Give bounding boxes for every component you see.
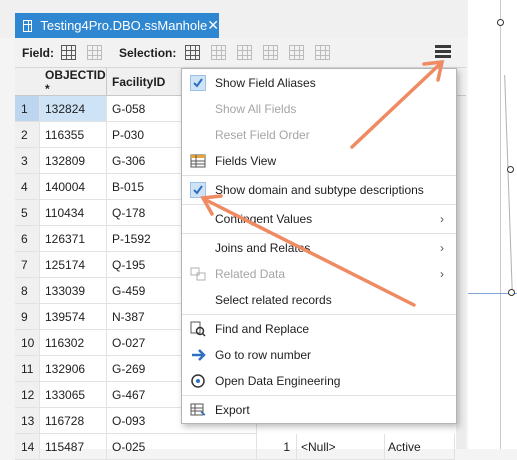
export-table-icon (190, 402, 206, 418)
select-by-attributes-icon[interactable] (185, 45, 200, 60)
menu-item-label: Export (215, 402, 250, 417)
data-engineering-icon (190, 373, 206, 389)
menu-separator (182, 395, 456, 396)
cell-facilityid[interactable]: O-025 (107, 434, 257, 460)
row-number: 5 (15, 200, 40, 226)
map-canvas[interactable] (468, 0, 517, 449)
vertical-scrollbar[interactable] (456, 96, 466, 449)
menu-separator (182, 175, 456, 176)
menu-item-label: Select related records (215, 292, 332, 307)
menu-item-find-and-replace[interactable]: Find and Replace (182, 316, 456, 341)
menu-item-show-field-aliases[interactable]: Show Field Aliases (182, 70, 456, 95)
row-number: 14 (15, 434, 40, 460)
chevron-right-icon: › (440, 211, 444, 226)
menu-item-joins-and-relates[interactable]: Joins and Relates › (182, 235, 456, 260)
cell-numeric[interactable]: 1 (257, 434, 297, 460)
cell-objectid[interactable]: 139574 (40, 304, 107, 330)
related-data-icon (190, 266, 206, 282)
tab-strip: Testing4Pro.DBO.ssManhole ✕ (0, 0, 468, 38)
menu-separator (182, 314, 456, 315)
copy-selection-icon[interactable] (315, 45, 330, 60)
cell-null[interactable]: <Null> (297, 434, 385, 460)
add-field-icon[interactable] (61, 45, 76, 60)
row-number: 9 (15, 304, 40, 330)
row-number: 7 (15, 252, 40, 278)
menu-item-label: Fields View (215, 153, 277, 168)
menu-item-fields-view[interactable]: Fields View (182, 148, 456, 173)
menu-item-label: Show Field Aliases (215, 75, 316, 90)
find-replace-icon (190, 321, 206, 337)
row-number: 3 (15, 148, 40, 174)
checkmark-icon (190, 182, 206, 198)
menu-item-label: Open Data Engineering (215, 373, 341, 388)
menu-item-related-data[interactable]: Related Data › (182, 261, 456, 286)
menu-item-label: Contingent Values (215, 211, 313, 226)
options-menu-button[interactable] (435, 45, 451, 60)
cell-objectid[interactable]: 132809 (40, 148, 107, 174)
chevron-right-icon: › (440, 266, 444, 281)
calculate-field-icon[interactable] (87, 45, 102, 60)
row-number: 11 (15, 356, 40, 382)
map-vertex-point (497, 19, 504, 26)
map-vertex-point (508, 289, 515, 296)
menu-item-label: Related Data (215, 266, 286, 281)
cell-objectid[interactable]: 132906 (40, 356, 107, 382)
fields-view-icon (190, 153, 206, 169)
map-feature-line (500, 0, 501, 449)
menu-item-label: Joins and Relates (215, 240, 311, 255)
menu-item-label: Show All Fields (215, 101, 297, 116)
cell-objectid[interactable]: 132824 (40, 96, 107, 122)
cell-objectid[interactable]: 116302 (40, 330, 107, 356)
row-number: 4 (15, 174, 40, 200)
close-icon[interactable]: ✕ (207, 17, 219, 34)
cell-objectid[interactable]: 126371 (40, 226, 107, 252)
menu-separator (182, 204, 456, 205)
row-number: 12 (15, 382, 40, 408)
field-label: Field: (22, 46, 54, 60)
arrow-right-icon (190, 347, 206, 363)
cell-objectid[interactable]: 115487 (40, 434, 107, 460)
cell-status[interactable]: Active (385, 434, 455, 460)
menu-item-export[interactable]: Export (182, 397, 456, 422)
menu-item-select-related-records[interactable]: Select related records (182, 287, 456, 312)
menu-item-label: Go to row number (215, 347, 312, 362)
table-icon (23, 19, 33, 32)
menu-item-go-to-row[interactable]: Go to row number (182, 342, 456, 367)
cell-objectid[interactable]: 140004 (40, 174, 107, 200)
menu-item-reset-field-order[interactable]: Reset Field Order (182, 122, 456, 147)
delete-selection-icon[interactable] (289, 45, 304, 60)
menu-item-label: Find and Replace (215, 321, 310, 336)
chevron-right-icon: › (440, 240, 444, 255)
column-header-objectid[interactable]: OBJECTID * (40, 68, 107, 96)
row-number: 6 (15, 226, 40, 252)
cell-objectid[interactable]: 133039 (40, 278, 107, 304)
cell-objectid[interactable]: 110434 (40, 200, 107, 226)
tab-title: Testing4Pro.DBO.ssManhole (40, 18, 208, 33)
row-number: 8 (15, 278, 40, 304)
menu-item-show-all-fields[interactable]: Show All Fields (182, 96, 456, 121)
row-number: 1 (15, 96, 40, 122)
row-number: 2 (15, 122, 40, 148)
map-vertex-point (507, 166, 514, 173)
zoom-to-selection-icon[interactable] (211, 45, 226, 60)
map-feature-line (504, 75, 513, 295)
row-number: 10 (15, 330, 40, 356)
table-toolbar: Field: Selection: (15, 38, 466, 68)
checkmark-icon (190, 75, 206, 91)
cell-objectid[interactable]: 116355 (40, 122, 107, 148)
cell-objectid[interactable]: 125174 (40, 252, 107, 278)
menu-item-contingent-values[interactable]: Contingent Values › (182, 206, 456, 231)
cell-objectid[interactable]: 133065 (40, 382, 107, 408)
selection-label: Selection: (119, 46, 177, 60)
menu-item-show-domain-descriptions[interactable]: Show domain and subtype descriptions (182, 177, 456, 202)
menu-item-label: Reset Field Order (215, 127, 310, 142)
options-context-menu: Show Field Aliases Show All Fields Reset… (181, 68, 457, 424)
menu-item-label: Show domain and subtype descriptions (215, 182, 424, 197)
clear-selection-icon[interactable] (263, 45, 278, 60)
menu-separator (182, 233, 456, 234)
row-number-header (15, 68, 40, 96)
menu-item-open-data-engineering[interactable]: Open Data Engineering (182, 368, 456, 393)
attribute-table-tab[interactable]: Testing4Pro.DBO.ssManhole ✕ (15, 13, 219, 38)
switch-selection-icon[interactable] (237, 45, 252, 60)
